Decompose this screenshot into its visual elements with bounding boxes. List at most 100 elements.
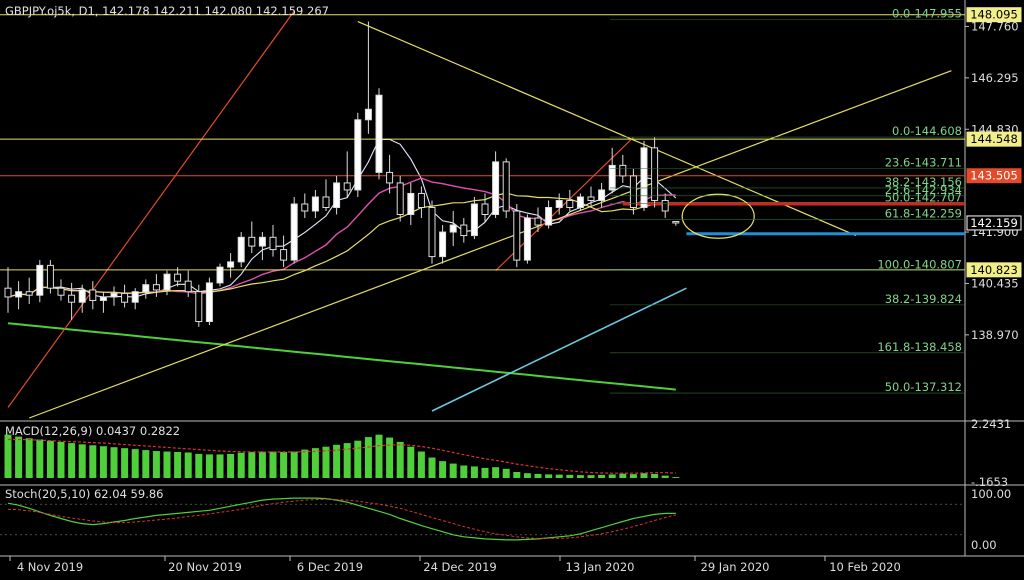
macd-histogram-bar: [502, 468, 510, 479]
macd-histogram-bar: [545, 474, 553, 479]
candle-body: [333, 182, 341, 208]
price-label-text: 144.548: [970, 132, 1018, 146]
fib-level-label: 23.6-143.711: [885, 156, 962, 170]
macd-histogram-bar: [470, 466, 478, 479]
candle-body: [152, 284, 160, 291]
macd-histogram-bar: [46, 440, 54, 479]
candle-body: [269, 236, 277, 251]
candle-body: [587, 196, 595, 201]
candle-body: [57, 287, 65, 296]
macd-histogram-bar: [301, 449, 309, 479]
candle-body: [492, 161, 500, 216]
candle-body: [481, 203, 489, 216]
price-label-text: 140.823: [970, 263, 1018, 277]
candle-body: [78, 289, 86, 303]
time-axis-label: 13 Jan 2020: [566, 560, 635, 574]
time-axis-label: 10 Feb 2020: [829, 560, 901, 574]
candle-body: [237, 236, 245, 263]
stoch-header: Stoch(20,5,10) 62.04 59.86: [5, 487, 164, 501]
macd-histogram-bar: [460, 465, 468, 479]
fib-level-label: 0.0-147.955: [892, 7, 962, 21]
candle-body: [428, 206, 436, 258]
candle-body: [545, 206, 553, 226]
macd-histogram-bar: [449, 463, 457, 479]
candle-body: [375, 94, 383, 173]
price-label-text: 148.095: [970, 8, 1018, 22]
macd-histogram-bar: [152, 451, 160, 479]
candle-body: [629, 175, 637, 208]
price-label-text: 142.159: [970, 216, 1018, 230]
fib-level-label: 100.0-140.807: [877, 257, 962, 271]
fib-level-label: 161.8-138.458: [877, 340, 962, 354]
macd-histogram-bar: [407, 446, 415, 479]
candle-body: [110, 292, 118, 298]
time-axis-label: 6 Dec 2019: [297, 560, 363, 574]
macd-histogram-bar: [364, 437, 372, 479]
macd-histogram-bar: [661, 475, 669, 479]
macd-histogram-bar: [396, 441, 404, 479]
macd-histogram-bar: [598, 474, 606, 479]
fib-level-label: 38.2-139.824: [885, 292, 962, 306]
macd-histogram-bar: [566, 474, 574, 479]
candle-body: [258, 236, 266, 247]
macd-histogram-bar: [78, 444, 86, 479]
macd-histogram-bar: [608, 474, 616, 479]
macd-histogram-bar: [25, 438, 33, 479]
candle-body: [142, 284, 150, 293]
macd-histogram-bar: [513, 471, 521, 479]
candle-body: [46, 264, 54, 289]
macd-histogram-bar: [439, 461, 447, 479]
price-axis-label: 140.435: [971, 276, 1019, 290]
macd-histogram-bar: [237, 452, 245, 479]
macd-histogram-bar: [195, 453, 203, 479]
main-chart-header: GBPJPY.oj5k, D1, 142.178 142.211 142.080…: [5, 4, 329, 18]
candle-body: [248, 236, 256, 247]
macd-histogram-bar: [290, 451, 298, 479]
macd-histogram-bar: [4, 434, 12, 479]
candle-body: [322, 196, 330, 208]
macd-histogram-bar: [184, 452, 192, 479]
candle-body: [205, 282, 213, 323]
time-axis-label: 24 Dec 2019: [423, 560, 496, 574]
macd-histogram-bar: [375, 434, 383, 479]
macd-histogram-bar: [163, 451, 171, 479]
macd-histogram-bar: [121, 448, 129, 479]
candle-body: [651, 147, 659, 201]
macd-histogram-bar: [216, 454, 224, 479]
candle-body: [163, 273, 171, 291]
candle-body: [513, 210, 521, 261]
macd-histogram-bar: [110, 447, 118, 479]
macd-histogram-bar: [131, 449, 139, 479]
candle-body: [280, 249, 288, 261]
macd-histogram-bar: [15, 436, 23, 479]
macd-histogram-bar: [629, 474, 637, 479]
candle-body: [227, 261, 235, 268]
macd-histogram-bar: [99, 446, 107, 479]
macd-histogram-bar: [640, 473, 648, 479]
fib-level-label: 50.0-137.312: [885, 380, 962, 394]
macd-histogram-bar: [428, 457, 436, 479]
stoch-axis-label: 100.00: [971, 487, 1011, 501]
fib-level-label: 0.0-144.608: [892, 124, 962, 138]
candle-body: [121, 292, 129, 303]
candle-body: [566, 199, 574, 208]
macd-histogram-bar: [142, 450, 150, 479]
fib-level-label: 50.0-142.707: [885, 191, 962, 205]
candle-body: [216, 266, 224, 284]
price-axis-label: 138.970: [971, 328, 1019, 342]
candle-body: [576, 196, 584, 208]
macd-histogram-bar: [354, 440, 362, 479]
candle-body: [534, 217, 542, 226]
macd-histogram-bar: [205, 454, 213, 479]
macd-histogram-bar: [481, 467, 489, 479]
candle-body: [598, 189, 606, 201]
candle-body: [89, 289, 97, 301]
macd-histogram-bar: [258, 451, 266, 479]
macd-histogram-bar: [248, 452, 256, 479]
stoch-axis-label: 0.00: [971, 538, 997, 552]
macd-histogram-bar: [68, 443, 76, 479]
candle-body: [99, 296, 107, 301]
time-axis-label: 20 Nov 2019: [168, 560, 242, 574]
candle-body: [417, 192, 425, 208]
fib-level-label: 61.8-142.259: [885, 206, 962, 220]
